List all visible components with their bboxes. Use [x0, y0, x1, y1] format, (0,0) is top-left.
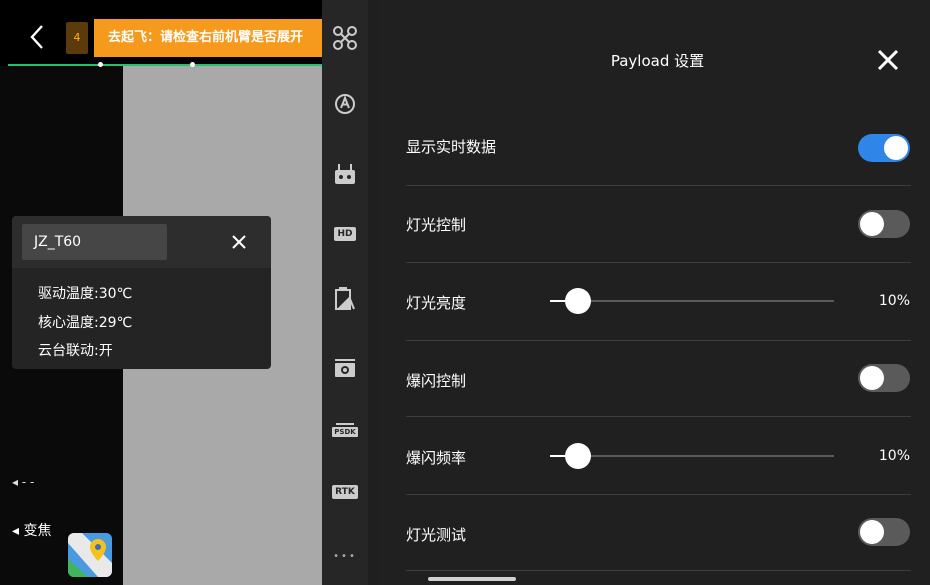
live-data-toggle[interactable] [858, 134, 910, 162]
rtk-icon: RTK [332, 485, 358, 499]
map-button[interactable] [68, 533, 112, 577]
progress-line [8, 64, 322, 66]
divider [406, 340, 911, 341]
toolbar-auto-button[interactable] [322, 86, 368, 122]
progress-marker [98, 62, 103, 67]
brightness-label: 灯光亮度 [406, 294, 467, 312]
popup-header: JZ_T60 [12, 216, 271, 268]
divider [406, 416, 911, 417]
drone-icon [333, 26, 357, 50]
divider [406, 570, 911, 571]
strobe-control-toggle[interactable] [858, 364, 910, 392]
divider [406, 494, 911, 495]
auto-icon [335, 94, 355, 114]
back-button[interactable] [26, 22, 50, 52]
light-test-label: 灯光测试 [406, 526, 467, 544]
toolbar-gimbal-button[interactable] [322, 350, 368, 386]
toolbar-more-button[interactable]: ••• [322, 538, 368, 574]
psdk-label: PSDK [332, 427, 358, 437]
close-icon [232, 235, 246, 249]
panel-close-button[interactable] [870, 42, 906, 78]
status-badge: 4 [66, 22, 88, 54]
strobe-control-label: 爆闪控制 [406, 372, 467, 390]
toggle-knob [884, 136, 908, 160]
zoom-button[interactable]: ◂ 变焦 [12, 520, 51, 540]
divider [406, 262, 911, 263]
strobe-frequency-value: 10% [878, 448, 910, 464]
toolbar-remote-button[interactable] [322, 156, 368, 192]
toolbar-battery-button[interactable] [322, 280, 368, 316]
core-temperature-text: 核心温度:29℃ [38, 315, 133, 331]
toolbar-drone-button[interactable] [322, 20, 368, 56]
warning-banner[interactable]: 去起飞：请检查右前机臂是否展开 [94, 19, 322, 57]
strobe-frequency-slider[interactable] [550, 442, 834, 470]
toolbar-psdk-button[interactable]: PSDK [322, 412, 368, 448]
gimbal-link-text: 云台联动:开 [38, 343, 113, 359]
popup-close-button[interactable] [226, 228, 252, 256]
slider-thumb[interactable] [565, 443, 592, 469]
remote-controller-icon [335, 164, 355, 184]
toggle-knob [860, 212, 884, 236]
live-data-label: 显示实时数据 [406, 138, 497, 156]
brightness-slider[interactable] [550, 287, 834, 315]
psdk-icon: PSDK [332, 423, 358, 437]
toggle-knob [860, 366, 884, 390]
divider [406, 185, 911, 186]
close-icon [877, 49, 899, 71]
slider-track [550, 300, 834, 302]
light-control-label: 灯光控制 [406, 216, 467, 234]
payload-settings-panel: Payload 设置 显示实时数据 灯光控制 灯光亮度 10% 爆闪控制 爆闪频… [380, 0, 930, 585]
home-indicator [428, 577, 516, 581]
toggle-knob [860, 520, 884, 544]
device-name-field[interactable]: JZ_T60 [22, 224, 167, 260]
toolbar-rtk-button[interactable]: RTK [322, 474, 368, 510]
hd-icon: HD [334, 227, 356, 241]
progress-marker [190, 62, 195, 67]
strobe-frequency-label: 爆闪频率 [406, 449, 467, 467]
dash-label: ◂ - - [12, 475, 35, 489]
light-control-toggle[interactable] [858, 210, 910, 238]
camera-view: 4 去起飞：请检查右前机臂是否展开 JZ_T60 驱动温度:30℃ 核心温度:2… [0, 0, 322, 585]
light-test-toggle[interactable] [858, 518, 910, 546]
gimbal-camera-icon [335, 359, 355, 377]
toolbar-hd-button[interactable]: HD [322, 216, 368, 252]
chevron-left-icon [30, 25, 43, 49]
more-icon: ••• [333, 550, 357, 562]
drive-temperature-text: 驱动温度:30℃ [38, 286, 133, 302]
slider-track [550, 455, 834, 457]
battery-icon [335, 287, 355, 310]
payload-info-popup: JZ_T60 驱动温度:30℃ 核心温度:29℃ 云台联动:开 [12, 216, 271, 369]
map-icon [68, 533, 112, 577]
side-toolbar: HD PSDK RTK ••• [322, 0, 368, 585]
brightness-value: 10% [878, 293, 910, 309]
panel-title: Payload 设置 [610, 52, 705, 70]
slider-thumb[interactable] [565, 288, 592, 314]
